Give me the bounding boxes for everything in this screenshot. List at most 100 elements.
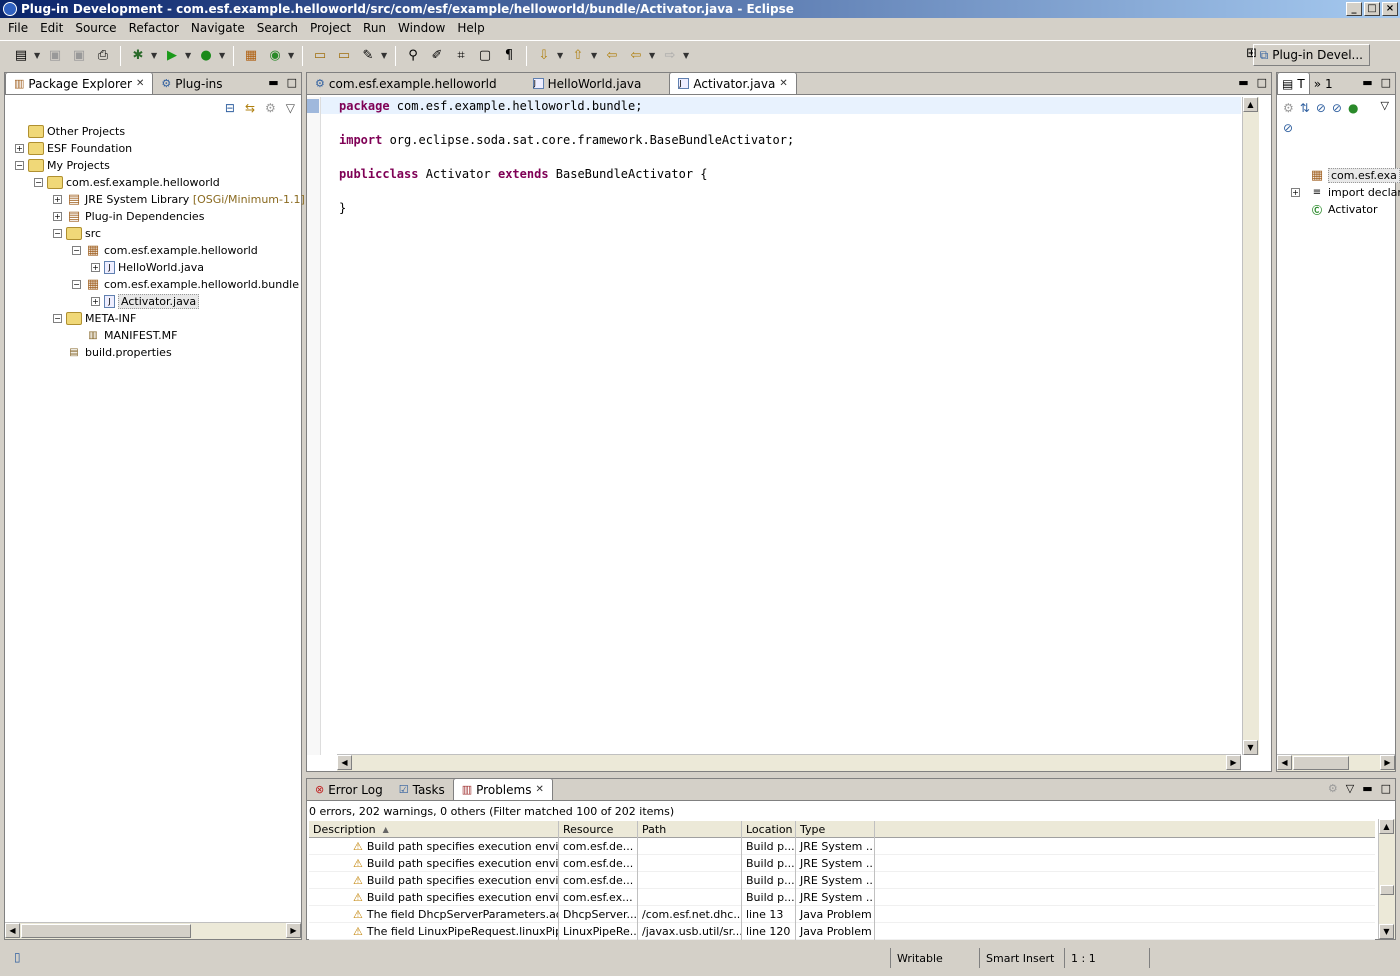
outline-item[interactable]: + ≡ import declar xyxy=(1291,184,1400,201)
back-icon[interactable]: ⇦ xyxy=(625,45,647,67)
menu-window[interactable]: Window xyxy=(392,21,451,35)
filter-icon[interactable]: ⚙ xyxy=(1328,782,1338,795)
close-button[interactable]: × xyxy=(1382,2,1398,16)
outline-hscrollbar[interactable]: ◀ ▶ xyxy=(1277,754,1395,771)
hide-nonpublic-icon[interactable]: ● xyxy=(1348,101,1358,115)
tree-item[interactable]: Other Projects xyxy=(15,123,305,140)
close-icon[interactable]: ✕ xyxy=(136,78,144,89)
fast-view-icon[interactable]: ▯ xyxy=(14,950,21,964)
tab-activator-java[interactable]: J Activator.java ✕ xyxy=(669,72,797,94)
tab-error-log[interactable]: ⊗ Error Log xyxy=(307,779,391,800)
forward-dropdown-icon[interactable]: ▼ xyxy=(683,51,691,60)
focus-icon[interactable]: ⚙ xyxy=(1283,101,1294,115)
search-icon[interactable]: ✎ xyxy=(357,45,379,67)
menu-run[interactable]: Run xyxy=(357,21,392,35)
open-type-icon[interactable]: ▭ xyxy=(309,45,331,67)
tree-item[interactable]: − com.esf.example.helloworld xyxy=(15,174,305,191)
collapse-icon[interactable]: − xyxy=(15,161,24,170)
minimize-view-icon[interactable]: ▬ xyxy=(1238,76,1248,89)
tree-item[interactable]: ▥ MANIFEST.MF xyxy=(15,327,305,344)
minimize-view-icon[interactable]: ▬ xyxy=(1362,782,1372,795)
tab-more-views[interactable]: » 1 xyxy=(1310,73,1337,94)
column-header-resource[interactable]: Resource xyxy=(559,820,638,838)
new-class-dropdown-icon[interactable]: ▼ xyxy=(288,51,296,60)
tree-item[interactable]: − ▦ com.esf.example.helloworld xyxy=(15,242,305,259)
tree-item[interactable]: + J HelloWorld.java xyxy=(15,259,305,276)
tree-item[interactable]: + ▤ JRE System Library [OSGi/Minimum-1.1] xyxy=(15,191,305,208)
expand-icon[interactable]: + xyxy=(53,195,62,204)
explorer-hscrollbar[interactable]: ◀ ▶ xyxy=(5,922,301,939)
problems-vscrollbar[interactable]: ▲ ▼ xyxy=(1378,819,1395,939)
menu-refactor[interactable]: Refactor xyxy=(123,21,185,35)
collapse-icon[interactable]: − xyxy=(72,280,81,289)
menu-navigate[interactable]: Navigate xyxy=(185,21,251,35)
save-all-icon[interactable]: ▣ xyxy=(68,45,90,67)
new-dropdown-icon[interactable]: ▼ xyxy=(34,51,42,60)
minimize-button[interactable]: _ xyxy=(1346,2,1362,16)
menu-edit[interactable]: Edit xyxy=(34,21,69,35)
external-tools-icon[interactable]: ● xyxy=(195,45,217,67)
filter-icon[interactable]: ⚙ xyxy=(265,101,276,115)
tree-item[interactable]: ▤ build.properties xyxy=(15,344,305,361)
next-annotation-icon[interactable]: ⇩ xyxy=(533,45,555,67)
last-edit-icon[interactable]: ⇦ xyxy=(601,45,623,67)
tree-item[interactable]: − ▦ com.esf.example.helloworld.bundle xyxy=(15,276,305,293)
expand-icon[interactable]: + xyxy=(1291,188,1300,197)
maximize-view-icon[interactable]: □ xyxy=(1381,76,1391,89)
new-icon[interactable]: ▤ xyxy=(10,45,32,67)
collapse-icon[interactable]: − xyxy=(53,314,62,323)
new-class-icon[interactable]: ◉ xyxy=(264,45,286,67)
scroll-up-icon[interactable]: ▲ xyxy=(1379,819,1394,834)
print-icon[interactable]: ⎙ xyxy=(92,45,114,67)
tree-item[interactable]: − META-INF xyxy=(15,310,305,327)
table-row[interactable]: ⚠Build path specifies execution environm… xyxy=(309,871,1375,889)
toggle-breadcrumb-icon[interactable]: ⌗ xyxy=(450,45,472,67)
menu-search[interactable]: Search xyxy=(251,21,304,35)
run-dropdown-icon[interactable]: ▼ xyxy=(185,51,193,60)
link-with-editor-icon[interactable]: ⇆ xyxy=(245,101,255,115)
collapse-icon[interactable]: − xyxy=(72,246,81,255)
expand-icon[interactable]: + xyxy=(15,144,24,153)
scroll-thumb[interactable] xyxy=(1293,756,1349,770)
tree-item[interactable]: + J Activator.java xyxy=(15,293,305,310)
editor-hscrollbar[interactable]: ◀ ▶ xyxy=(337,754,1241,771)
maximize-button[interactable]: □ xyxy=(1364,2,1380,16)
tree-item[interactable]: + ESF Foundation xyxy=(15,140,305,157)
forward-icon[interactable]: ⇨ xyxy=(659,45,681,67)
tab-tasks[interactable]: ☑ Tasks xyxy=(391,779,453,800)
show-whitespace-icon[interactable]: ¶ xyxy=(498,45,520,67)
scroll-thumb[interactable] xyxy=(1380,885,1394,895)
scroll-right-icon[interactable]: ▶ xyxy=(286,923,301,938)
tab-manifest-editor[interactable]: ⚙ com.esf.example.helloworld xyxy=(307,73,505,94)
expand-icon[interactable]: + xyxy=(91,263,100,272)
previous-annotation-icon[interactable]: ⇧ xyxy=(567,45,589,67)
previous-annotation-dropdown-icon[interactable]: ▼ xyxy=(591,51,599,60)
collapse-icon[interactable]: − xyxy=(53,229,62,238)
collapse-all-icon[interactable]: ⊟ xyxy=(225,101,235,115)
table-row[interactable]: ⚠The field LinuxPipeRequest.linuxPipeIm … xyxy=(309,922,1375,940)
outline-item[interactable]: Ⓒ Activator xyxy=(1291,201,1400,218)
table-row[interactable]: ⚠The field DhcpServerParameters.adapt Dh… xyxy=(309,905,1375,923)
table-row[interactable]: ⚠Build path specifies execution environm… xyxy=(309,837,1375,855)
code-editor[interactable]: package com.esf.example.helloworld.bundl… xyxy=(321,97,1241,755)
back-dropdown-icon[interactable]: ▼ xyxy=(649,51,657,60)
maximize-view-icon[interactable]: □ xyxy=(1381,782,1391,795)
tab-helloworld-java[interactable]: J HelloWorld.java xyxy=(525,73,650,94)
tab-outline[interactable]: ▤ T xyxy=(1277,72,1310,94)
menu-project[interactable]: Project xyxy=(304,21,357,35)
expand-icon[interactable]: + xyxy=(53,212,62,221)
table-row[interactable]: ⚠Build path specifies execution environm… xyxy=(309,888,1375,906)
view-menu-icon[interactable]: ▽ xyxy=(1346,782,1354,795)
scroll-right-icon[interactable]: ▶ xyxy=(1380,755,1395,770)
maximize-view-icon[interactable]: □ xyxy=(1257,76,1267,89)
outline-item[interactable]: ▦ com.esf.exa xyxy=(1291,167,1400,184)
scroll-left-icon[interactable]: ◀ xyxy=(5,923,20,938)
toggle-mark-icon[interactable]: ⚲ xyxy=(402,45,424,67)
next-annotation-dropdown-icon[interactable]: ▼ xyxy=(557,51,565,60)
open-folder-icon[interactable]: ▭ xyxy=(333,45,355,67)
expand-icon[interactable]: + xyxy=(91,297,100,306)
perspective-button[interactable]: ⧉ Plug-in Devel... xyxy=(1252,44,1370,66)
hide-static-icon[interactable]: ⊘ xyxy=(1332,101,1342,115)
hide-fields-icon[interactable]: ⊘ xyxy=(1316,101,1326,115)
debug-dropdown-icon[interactable]: ▼ xyxy=(151,51,159,60)
